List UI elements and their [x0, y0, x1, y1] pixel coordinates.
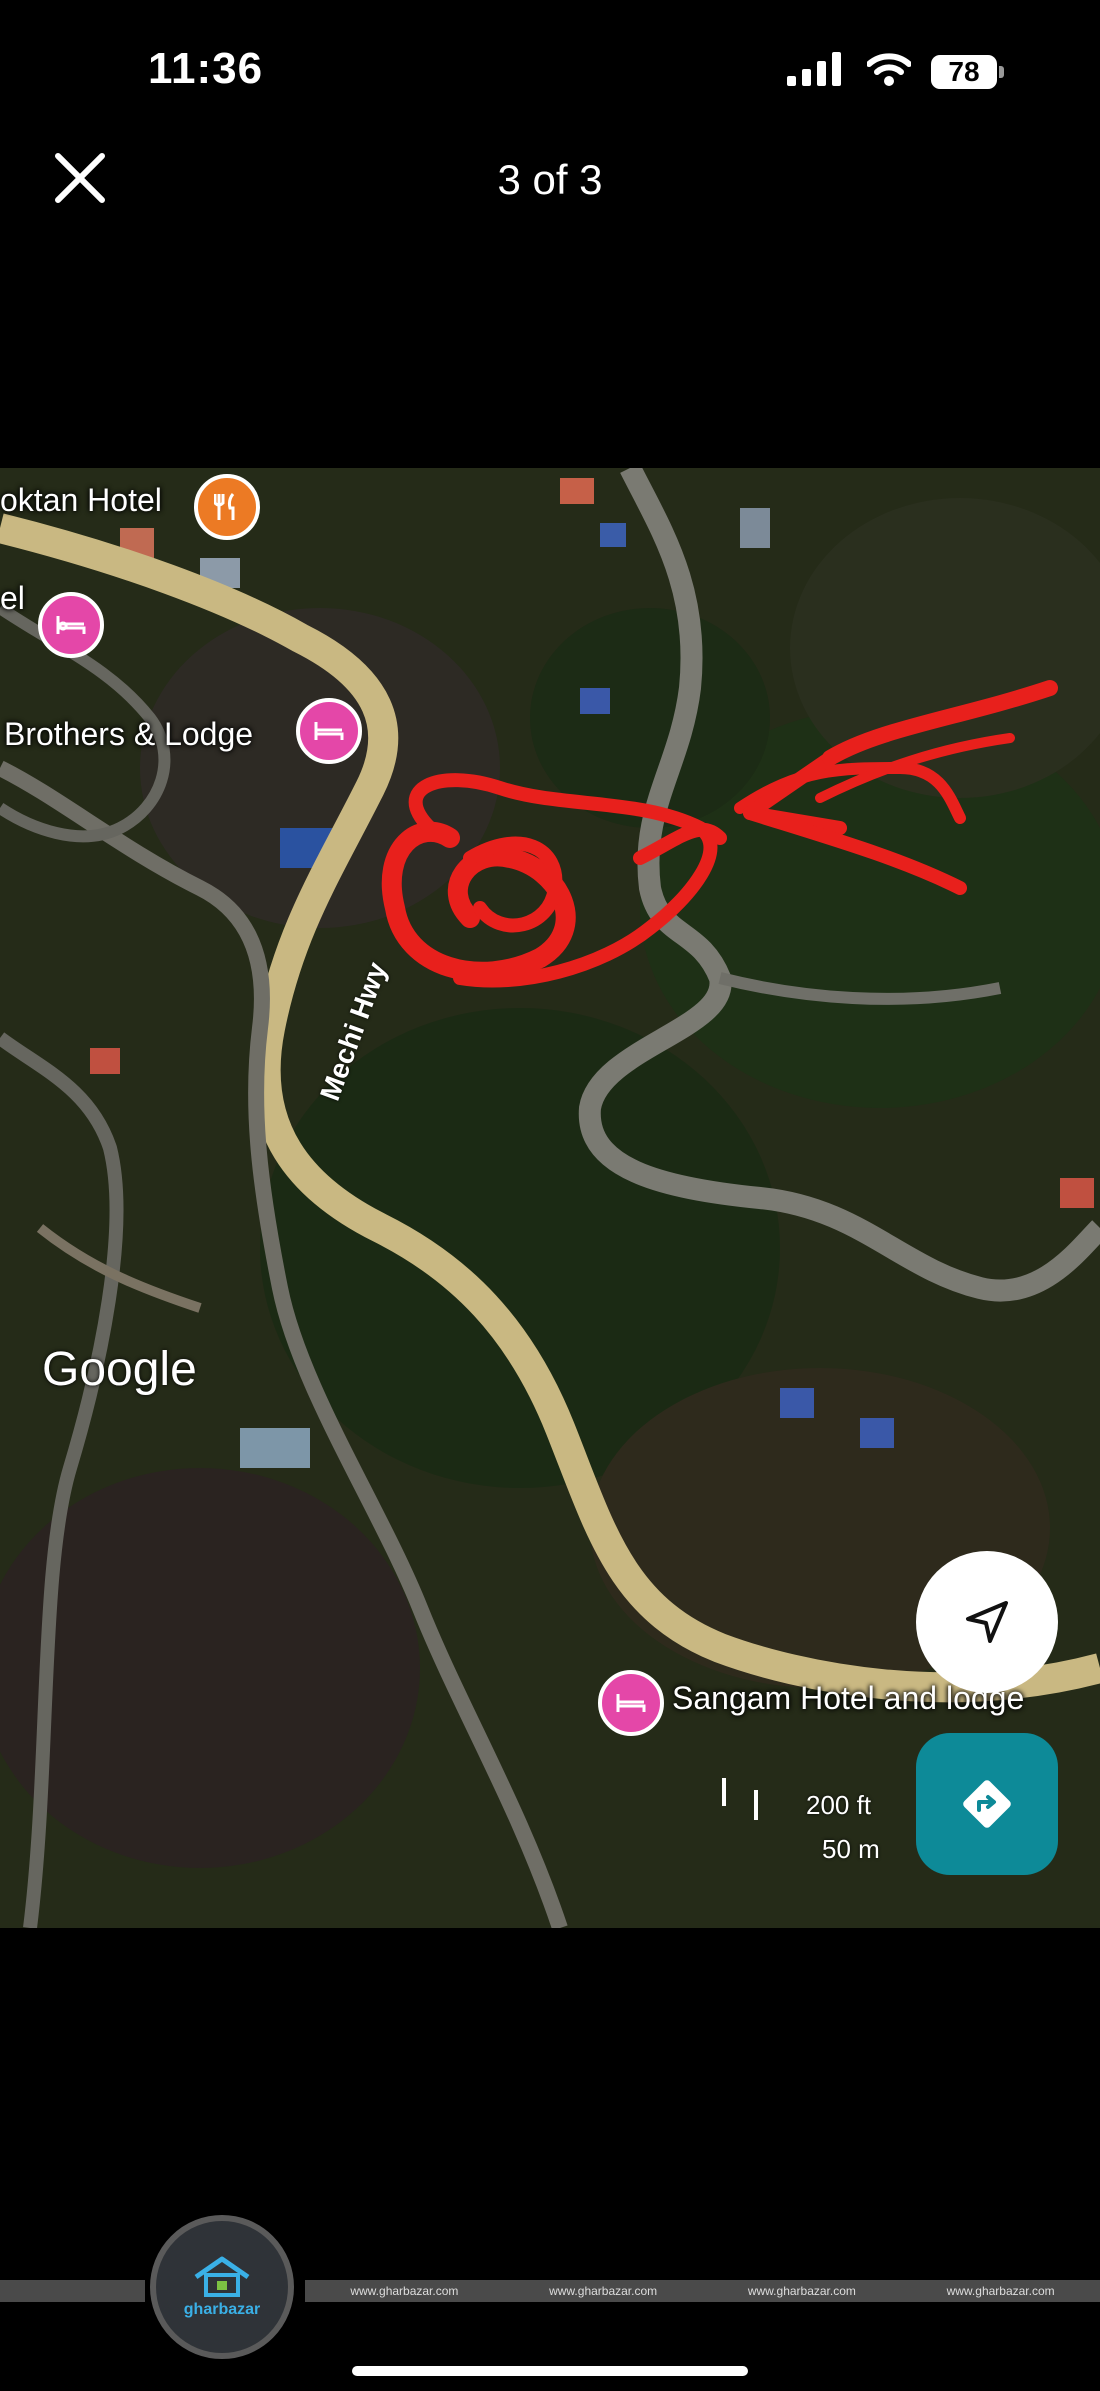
- scale-imperial: 200 ft: [806, 1790, 872, 1820]
- watermark-text: www.gharbazar.com: [549, 2284, 658, 2298]
- restaurant-icon[interactable]: [194, 474, 260, 540]
- watermark-strip: www.gharbazar.com www.gharbazar.com www.…: [305, 2280, 1100, 2302]
- wifi-icon: [866, 52, 912, 91]
- navigation-arrow-icon: [966, 1601, 1008, 1643]
- watermark-text: www.gharbazar.com: [350, 2284, 459, 2298]
- hotel-icon[interactable]: [598, 1670, 664, 1736]
- watermark-text: www.gharbazar.com: [946, 2284, 1055, 2298]
- hotel-icon[interactable]: [38, 592, 104, 658]
- battery-icon: 78: [931, 54, 1004, 89]
- battery-level: 78: [931, 54, 997, 89]
- directions-icon: [963, 1780, 1011, 1828]
- status-icons: 78: [787, 52, 1004, 91]
- my-location-button[interactable]: [916, 1551, 1058, 1693]
- image-counter: 3 of 3: [497, 156, 603, 203]
- poi-label-brothers-lodge: Brothers & Lodge: [4, 716, 254, 752]
- watermark-text: www.gharbazar.com: [747, 2284, 856, 2298]
- gharbazar-logo: gharbazar: [150, 2215, 294, 2359]
- brand-name: gharbazar: [183, 2301, 261, 2318]
- directions-button[interactable]: [916, 1733, 1058, 1875]
- map-image[interactable]: oktan Hotel el Brothers & Lodge Mechi Hw…: [0, 468, 1100, 1928]
- hotel-icon[interactable]: [296, 698, 362, 764]
- house-icon: [194, 2256, 250, 2297]
- scale-metric: 50 m: [822, 1834, 880, 1864]
- watermark-strip-left: [0, 2280, 145, 2302]
- poi-label-oktan-hotel: oktan Hotel: [0, 482, 162, 518]
- google-attribution: Google: [42, 1343, 197, 1396]
- signal-icon: [787, 52, 847, 91]
- status-time: 11:36: [148, 44, 264, 93]
- poi-label-hotel-partial: el: [0, 580, 25, 616]
- home-indicator[interactable]: [352, 2366, 748, 2376]
